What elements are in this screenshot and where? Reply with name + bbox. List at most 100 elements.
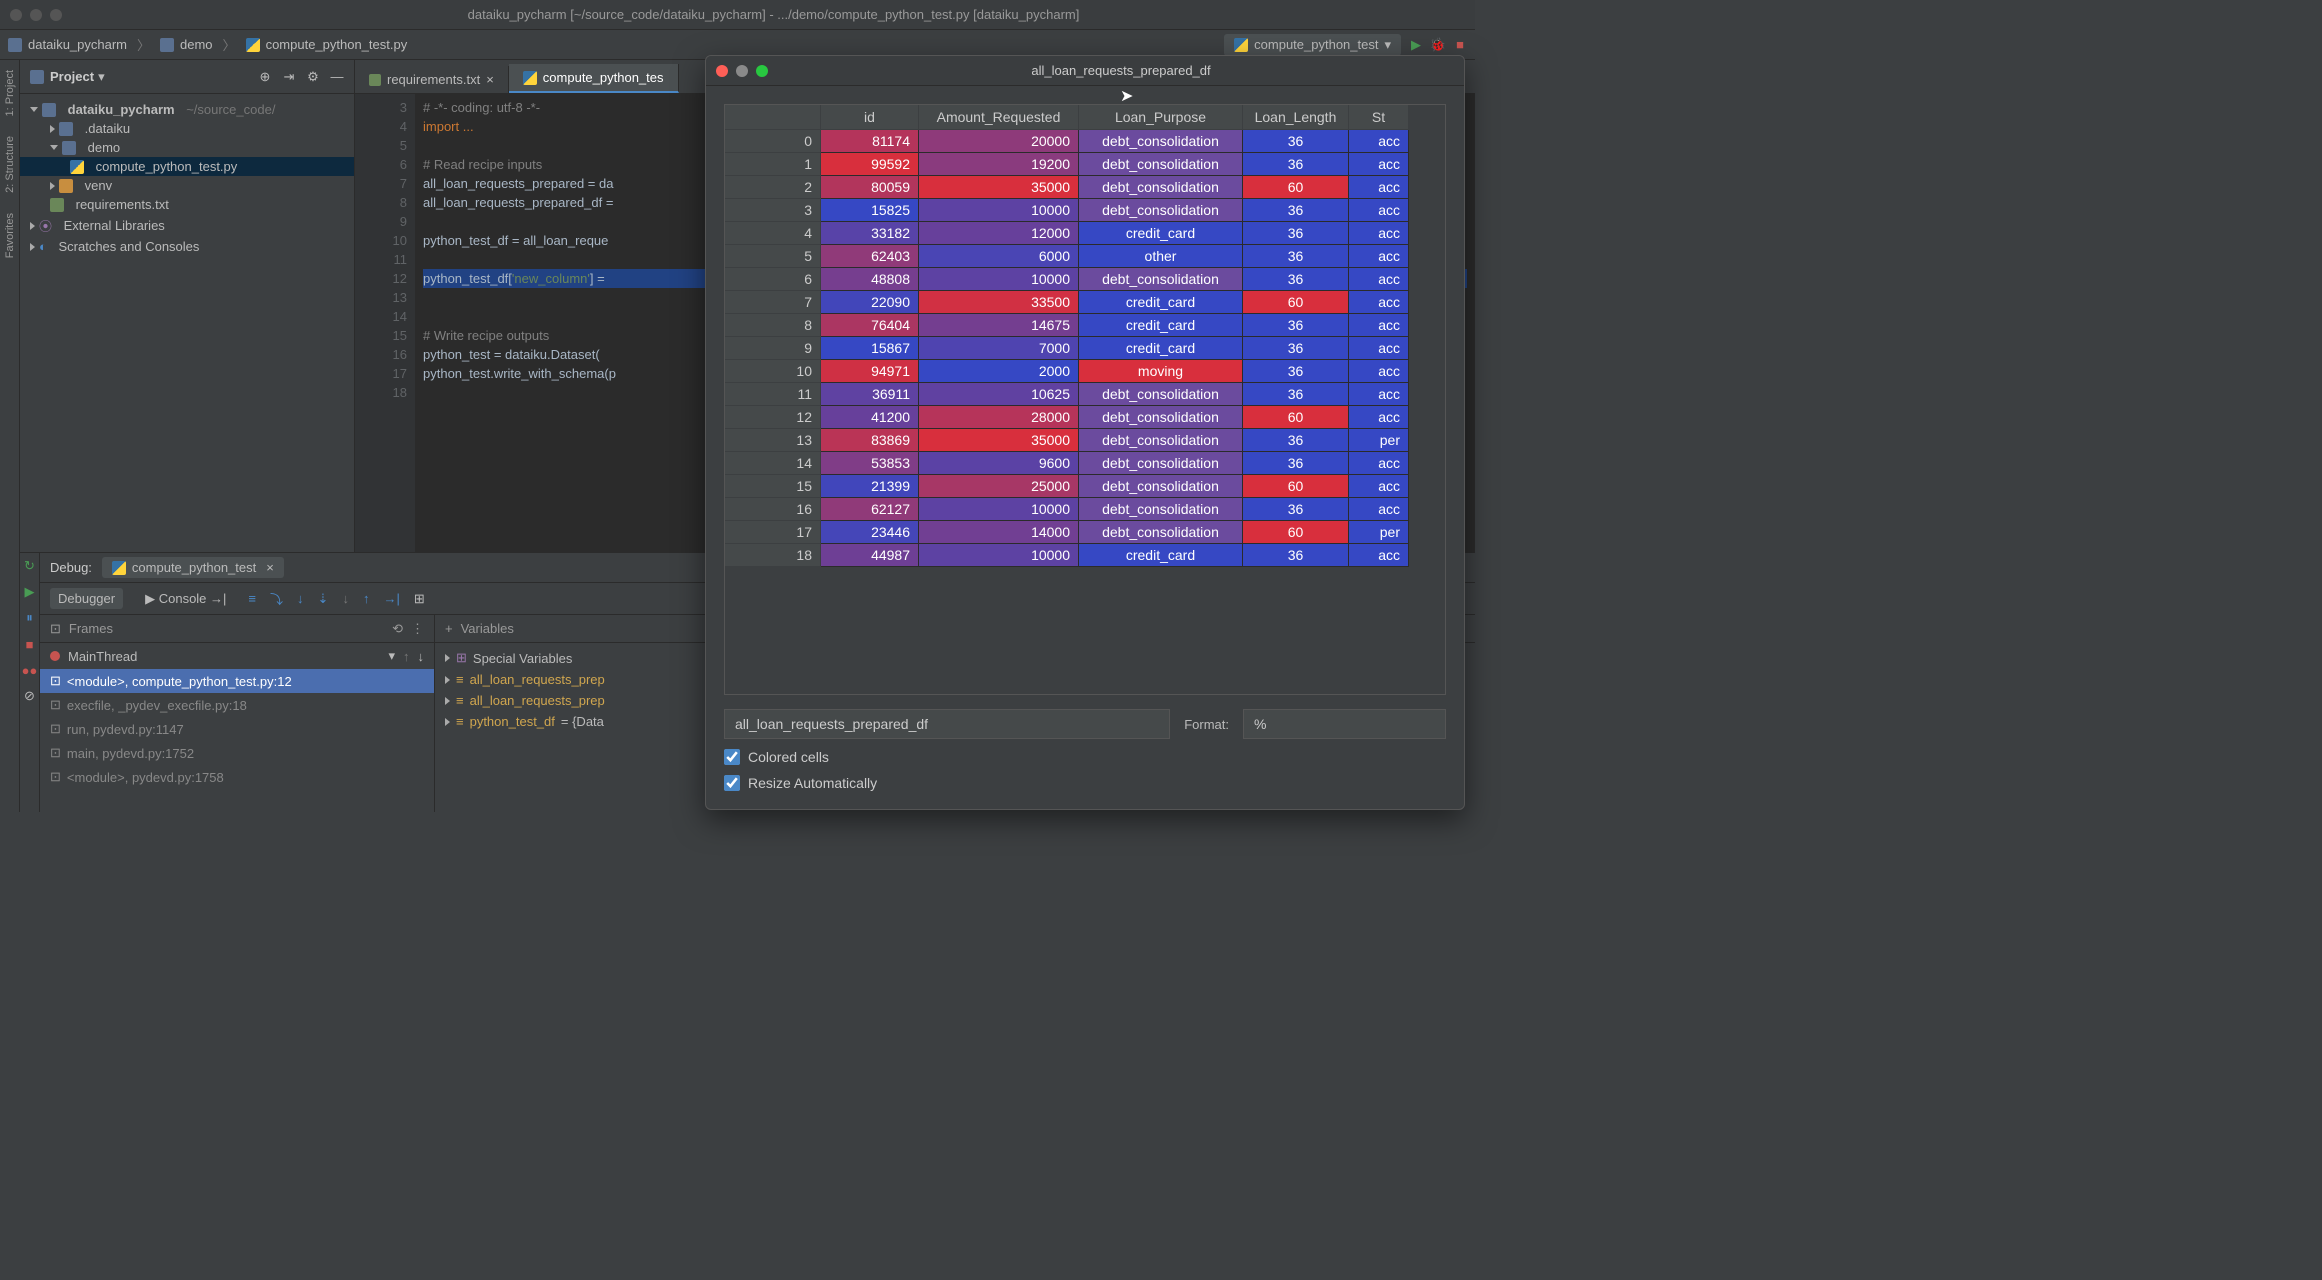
table-cell[interactable]: acc: [1349, 314, 1409, 337]
stop-icon[interactable]: ■: [1453, 38, 1467, 52]
close-icon[interactable]: ×: [266, 560, 274, 575]
stop-icon[interactable]: ■: [23, 637, 37, 651]
table-cell[interactable]: 41200: [821, 406, 919, 429]
resize-auto-checkbox[interactable]: Resize Automatically: [724, 775, 1446, 791]
table-cell[interactable]: acc: [1349, 406, 1409, 429]
table-cell[interactable]: 33182: [821, 222, 919, 245]
tab-favorites[interactable]: Favorites: [4, 213, 16, 258]
table-header[interactable]: Loan_Length: [1243, 105, 1349, 130]
table-row-header[interactable]: 15: [725, 475, 821, 498]
table-cell[interactable]: credit_card: [1079, 222, 1243, 245]
table-cell[interactable]: debt_consolidation: [1079, 475, 1243, 498]
table-cell[interactable]: debt_consolidation: [1079, 498, 1243, 521]
table-cell[interactable]: 10000: [919, 268, 1079, 291]
table-cell[interactable]: 10625: [919, 383, 1079, 406]
debugger-tab[interactable]: Debugger: [50, 588, 123, 609]
expression-input[interactable]: [724, 709, 1170, 739]
more-icon[interactable]: ⋮: [411, 621, 424, 637]
table-cell[interactable]: 35000: [919, 429, 1079, 452]
collapse-icon[interactable]: ⇥: [282, 70, 296, 84]
table-cell[interactable]: 60: [1243, 475, 1349, 498]
table-cell[interactable]: 99592: [821, 153, 919, 176]
table-cell[interactable]: 36: [1243, 199, 1349, 222]
rerun-icon[interactable]: ↻: [23, 559, 37, 573]
close-icon[interactable]: [716, 65, 728, 77]
tab-requirements[interactable]: requirements.txt×: [355, 66, 509, 93]
table-cell[interactable]: 14675: [919, 314, 1079, 337]
table-row-header[interactable]: 11: [725, 383, 821, 406]
table-cell[interactable]: other: [1079, 245, 1243, 268]
table-cell[interactable]: 6000: [919, 245, 1079, 268]
data-table[interactable]: idAmount_RequestedLoan_PurposeLoan_Lengt…: [725, 105, 1445, 567]
step-out-icon[interactable]: ↑: [363, 591, 370, 606]
table-row-header[interactable]: 18: [725, 544, 821, 567]
table-cell[interactable]: 36: [1243, 452, 1349, 475]
table-cell[interactable]: 23446: [821, 521, 919, 544]
table-cell[interactable]: 62127: [821, 498, 919, 521]
table-cell[interactable]: 12000: [919, 222, 1079, 245]
table-cell[interactable]: debt_consolidation: [1079, 406, 1243, 429]
table-header[interactable]: [725, 105, 821, 130]
step-into-my-icon[interactable]: ⇣: [318, 591, 329, 607]
table-cell[interactable]: acc: [1349, 452, 1409, 475]
table-cell[interactable]: 36: [1243, 222, 1349, 245]
tab-project[interactable]: 1: Project: [4, 70, 16, 116]
table-cell[interactable]: 94971: [821, 360, 919, 383]
table-row-header[interactable]: 8: [725, 314, 821, 337]
table-cell[interactable]: per: [1349, 521, 1409, 544]
table-row-header[interactable]: 9: [725, 337, 821, 360]
table-cell[interactable]: debt_consolidation: [1079, 153, 1243, 176]
table-cell[interactable]: 83869: [821, 429, 919, 452]
pause-icon[interactable]: ⏸: [23, 611, 37, 625]
breadcrumb-1[interactable]: demo: [180, 37, 213, 52]
table-row-header[interactable]: 14: [725, 452, 821, 475]
table-cell[interactable]: 60: [1243, 406, 1349, 429]
breadcrumb[interactable]: dataiku_pycharm 〉 demo 〉 compute_python_…: [8, 35, 407, 54]
table-cell[interactable]: moving: [1079, 360, 1243, 383]
table-cell[interactable]: 20000: [919, 130, 1079, 153]
table-row-header[interactable]: 5: [725, 245, 821, 268]
restore-icon[interactable]: ⟲: [392, 621, 403, 637]
data-table-wrap[interactable]: idAmount_RequestedLoan_PurposeLoan_Lengt…: [724, 104, 1446, 695]
table-cell[interactable]: debt_consolidation: [1079, 521, 1243, 544]
table-cell[interactable]: 62403: [821, 245, 919, 268]
table-cell[interactable]: 48808: [821, 268, 919, 291]
table-cell[interactable]: 60: [1243, 291, 1349, 314]
table-cell[interactable]: debt_consolidation: [1079, 268, 1243, 291]
table-cell[interactable]: acc: [1349, 245, 1409, 268]
frame-4[interactable]: ⊡<module>, pydevd.py:1758: [40, 765, 434, 789]
mute-breakpoints-icon[interactable]: ⊘: [23, 689, 37, 703]
table-cell[interactable]: 14000: [919, 521, 1079, 544]
table-cell[interactable]: debt_consolidation: [1079, 176, 1243, 199]
debug-icon[interactable]: 🐞: [1431, 38, 1445, 52]
table-cell[interactable]: 36: [1243, 337, 1349, 360]
table-header[interactable]: St: [1349, 105, 1409, 130]
table-cell[interactable]: 36: [1243, 360, 1349, 383]
table-cell[interactable]: 22090: [821, 291, 919, 314]
evaluate-icon[interactable]: ⊞: [414, 591, 425, 607]
table-cell[interactable]: acc: [1349, 222, 1409, 245]
table-cell[interactable]: acc: [1349, 130, 1409, 153]
minimize-icon[interactable]: [30, 9, 42, 21]
table-cell[interactable]: debt_consolidation: [1079, 452, 1243, 475]
table-cell[interactable]: 36: [1243, 314, 1349, 337]
table-cell[interactable]: debt_consolidation: [1079, 383, 1243, 406]
tree-scratches[interactable]: ◐ Scratches and Consoles: [20, 237, 354, 256]
table-cell[interactable]: acc: [1349, 498, 1409, 521]
frame-0[interactable]: ⊡<module>, compute_python_test.py:12: [40, 669, 434, 693]
table-row-header[interactable]: 2: [725, 176, 821, 199]
table-cell[interactable]: 44987: [821, 544, 919, 567]
table-header[interactable]: id: [821, 105, 919, 130]
tree-reqs[interactable]: requirements.txt: [20, 195, 354, 214]
table-cell[interactable]: acc: [1349, 544, 1409, 567]
thread-selector[interactable]: MainThread ▾ ↑ ↓: [40, 643, 434, 669]
step-over-icon[interactable]: ⤵: [270, 589, 283, 608]
table-cell[interactable]: per: [1349, 429, 1409, 452]
table-cell[interactable]: acc: [1349, 199, 1409, 222]
close-icon[interactable]: ×: [486, 72, 494, 87]
table-row-header[interactable]: 13: [725, 429, 821, 452]
table-cell[interactable]: 36911: [821, 383, 919, 406]
tree-demo[interactable]: demo: [20, 138, 354, 157]
minimize-icon[interactable]: [736, 65, 748, 77]
prev-frame-icon[interactable]: ↑: [403, 649, 410, 664]
